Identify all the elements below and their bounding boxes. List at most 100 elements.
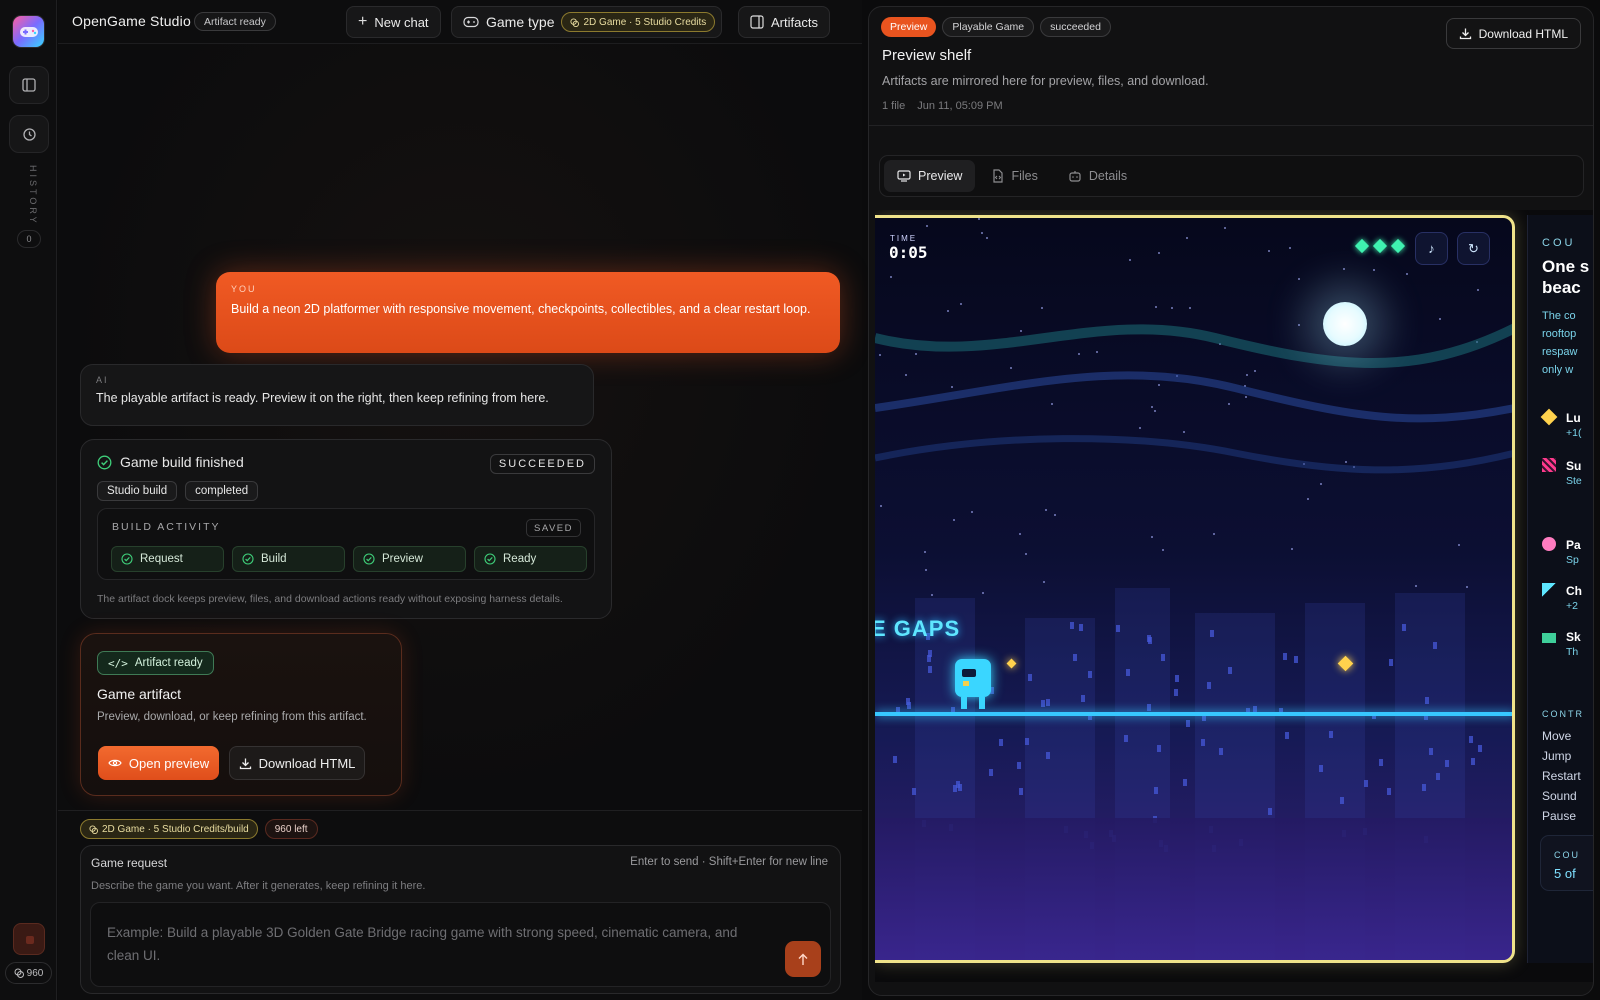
- star: [1019, 533, 1021, 535]
- window-light: [1433, 642, 1437, 649]
- moon: [1323, 302, 1367, 346]
- window-light: [1201, 739, 1205, 746]
- window-light: [1154, 787, 1158, 794]
- artifacts-button[interactable]: Artifacts: [738, 6, 830, 38]
- tab-details[interactable]: Details: [1055, 160, 1140, 192]
- legend-item: Su Ste: [1542, 458, 1593, 489]
- game-request-box: Game request Enter to send · Shift+Enter…: [80, 845, 841, 994]
- tab-label: Details: [1088, 169, 1128, 183]
- window-light: [1175, 675, 1179, 682]
- star: [1213, 533, 1215, 535]
- preview-desc: Artifacts are mirrored here for preview,…: [882, 74, 1209, 88]
- ai-message: AI The playable artifact is ready. Previ…: [80, 364, 594, 426]
- user-message-label: YOU: [231, 284, 257, 294]
- download-icon: [239, 758, 251, 769]
- course-label: COU: [1542, 237, 1576, 249]
- game-canvas[interactable]: TIME 0:05 ♪ ↻ E GAPS: [875, 215, 1515, 963]
- download-html-label: Download HTML: [1478, 26, 1568, 41]
- tab-label: Preview: [918, 169, 963, 183]
- game-request-input[interactable]: Example: Build a playable 3D Golden Gate…: [90, 902, 831, 987]
- star: [880, 505, 882, 507]
- open-preview-button[interactable]: Open preview: [98, 746, 219, 780]
- composer-tags: 2D Game · 5 Studio Credits/build 960 lef…: [80, 819, 318, 839]
- star: [1043, 581, 1045, 583]
- app-title: OpenGame Studio: [72, 13, 191, 29]
- window-light: [1402, 624, 1406, 631]
- window-light: [1422, 784, 1426, 791]
- player-legs: [961, 697, 985, 709]
- artifact-ready-badge: </> Artifact ready: [97, 651, 214, 675]
- download-html-label: Download HTML: [258, 755, 356, 771]
- control-restart: Restart: [1542, 769, 1581, 783]
- game-stage: TIME 0:05 ♪ ↻ E GAPS COU One s beac The …: [875, 210, 1593, 982]
- control-sound: Sound: [1542, 789, 1577, 803]
- legend-sub: Th: [1566, 646, 1579, 658]
- time-value: 0:05: [889, 243, 928, 262]
- plus-icon: +: [358, 13, 368, 30]
- course-desc: The co rooftop respaw only w: [1542, 307, 1593, 379]
- window-light: [1379, 759, 1383, 766]
- preview-tag: Preview: [881, 17, 937, 37]
- window-light: [1425, 697, 1429, 704]
- star: [953, 519, 955, 521]
- preview-tabs: Preview Files Details: [879, 155, 1584, 197]
- window-light: [1183, 779, 1187, 786]
- window-light: [1329, 731, 1333, 738]
- send-button[interactable]: [785, 941, 821, 977]
- preview-title: Preview shelf: [882, 47, 972, 64]
- credits-per-build-badge: 2D Game · 5 Studio Credits/build: [80, 819, 258, 839]
- sidebar-toggle-button[interactable]: [9, 66, 49, 104]
- legend-item: Sk Th: [1542, 629, 1593, 660]
- star: [1186, 237, 1188, 239]
- window-light: [1283, 653, 1287, 660]
- window-light: [1436, 773, 1440, 780]
- window-light: [1364, 780, 1368, 787]
- game-request-label: Game request: [91, 856, 168, 870]
- window-light: [1186, 720, 1190, 727]
- coins-icon: [14, 968, 24, 978]
- star: [1224, 227, 1226, 229]
- ai-message-label: AI: [96, 375, 109, 385]
- ai-message-text: The playable artifact is ready. Preview …: [96, 391, 549, 405]
- download-html-button[interactable]: Download HTML: [1445, 18, 1581, 49]
- playable-game-tag: Playable Game: [942, 17, 1035, 37]
- window-light: [1088, 671, 1092, 678]
- new-chat-label: New chat: [374, 14, 429, 30]
- game-side-panel: COU One s beac The co rooftop respaw onl…: [1527, 215, 1593, 963]
- build-status-badge: SUCCEEDED: [489, 454, 595, 474]
- window-light: [1478, 745, 1482, 752]
- history-button[interactable]: [9, 115, 49, 153]
- artifact-desc: Preview, download, or keep refining from…: [97, 711, 367, 723]
- life-gem-icon: [1372, 238, 1388, 254]
- code-icon: </>: [108, 656, 128, 670]
- step-preview: Preview: [353, 546, 466, 572]
- star: [971, 511, 973, 513]
- step-label: Request: [140, 553, 183, 565]
- build-title-text: Game build finished: [120, 454, 244, 470]
- sound-button[interactable]: ♪: [1415, 232, 1448, 265]
- course-desc-line: The co: [1542, 310, 1576, 322]
- restart-button[interactable]: ↻: [1457, 232, 1490, 265]
- star: [1466, 586, 1468, 588]
- divider: [869, 125, 1593, 126]
- tab-preview[interactable]: Preview: [884, 160, 976, 192]
- checkpoint-flag-icon: [1542, 583, 1556, 597]
- game-type-button[interactable]: Game type 2D Game · 5 Studio Credits: [451, 6, 723, 38]
- window-light: [1070, 622, 1074, 629]
- build-tags: Studio build completed: [97, 481, 259, 501]
- game-type-label: Game type: [486, 14, 555, 30]
- star: [1268, 250, 1270, 252]
- avatar[interactable]: [13, 923, 45, 955]
- download-html-button[interactable]: Download HTML: [229, 746, 365, 780]
- history-label: HISTORY: [28, 165, 38, 226]
- new-chat-button[interactable]: + New chat: [346, 6, 441, 38]
- check-circle-icon: [484, 553, 496, 565]
- window-light: [1387, 788, 1391, 795]
- tab-files[interactable]: Files: [979, 160, 1050, 192]
- gamepad-logo-icon[interactable]: [13, 16, 44, 47]
- build-activity: BUILD ACTIVITY SAVED Request Build Previ…: [97, 508, 595, 580]
- step-request: Request: [111, 546, 224, 572]
- window-light: [1210, 630, 1214, 637]
- life-gem-icon: [1354, 238, 1370, 254]
- counter-label: COU: [1554, 850, 1580, 860]
